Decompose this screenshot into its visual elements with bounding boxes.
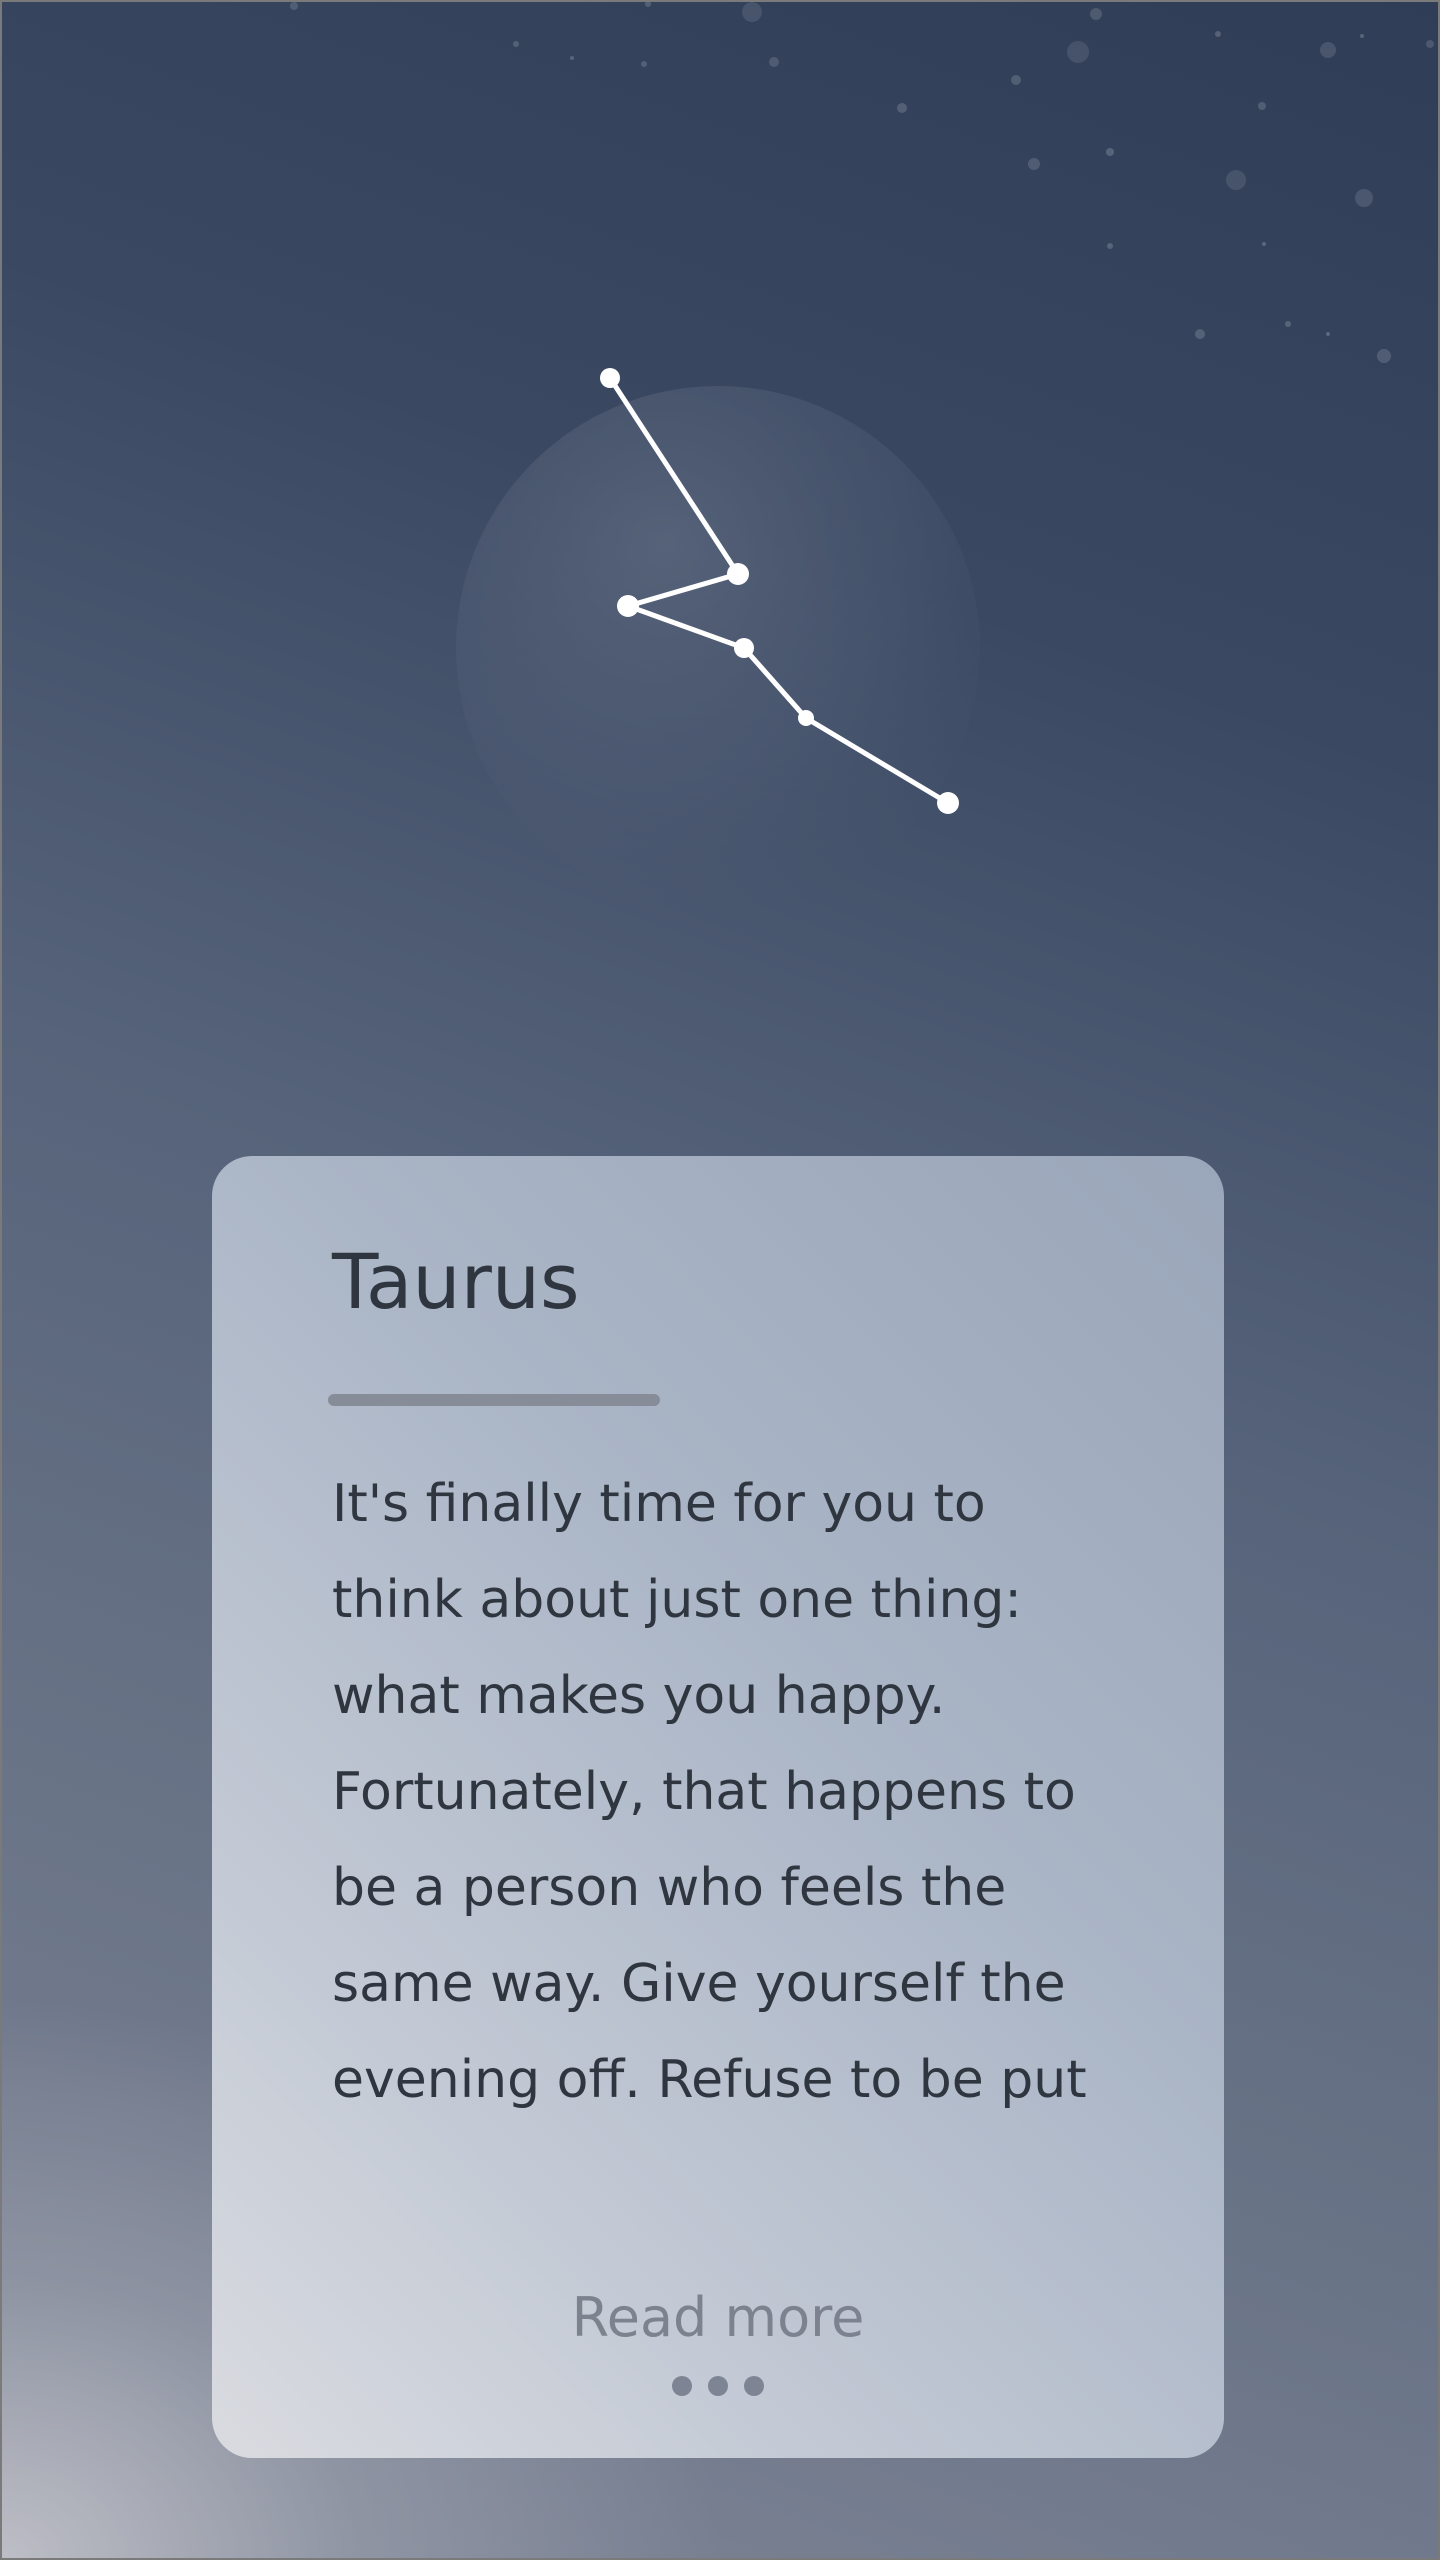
moon-glow <box>456 386 980 900</box>
constellation-star <box>798 710 814 726</box>
read-more-button[interactable]: Read more <box>212 2286 1224 2349</box>
pagination-dot <box>672 2376 692 2396</box>
card-title: Taurus <box>332 1237 580 1326</box>
constellation-star <box>937 792 959 814</box>
taurus-constellation-icon <box>456 368 980 900</box>
pagination-dot <box>744 2376 764 2396</box>
constellation-star <box>600 368 620 388</box>
constellation-star <box>617 595 639 617</box>
pagination-dot <box>708 2376 728 2396</box>
title-divider <box>328 1394 660 1406</box>
ellipsis-icon <box>212 2376 1224 2396</box>
constellation-star <box>734 638 754 658</box>
horoscope-card: Taurus It's finally time for you to thin… <box>212 1156 1224 2458</box>
constellation-star <box>727 563 749 585</box>
horoscope-text: It's finally time for you to think about… <box>332 1474 1087 2110</box>
